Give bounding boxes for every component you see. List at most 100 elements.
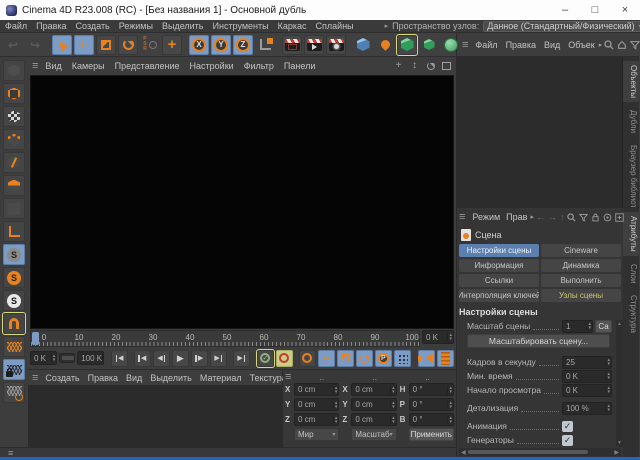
- pan-view-icon[interactable]: +: [393, 60, 404, 71]
- coordinate-system-button[interactable]: [255, 35, 275, 55]
- tab-layers[interactable]: Слои: [623, 260, 639, 287]
- go-to-end-button[interactable]: ▶: [233, 350, 250, 367]
- spinner-icon[interactable]: ▴▾: [333, 401, 339, 409]
- spinner-icon[interactable]: ▴▾: [390, 386, 396, 394]
- objects-menu-file[interactable]: Файл: [475, 40, 497, 50]
- tab-scene-nodes[interactable]: Узлы сцены: [541, 289, 621, 302]
- render-view-button[interactable]: [282, 35, 302, 55]
- make-editable-button[interactable]: [3, 60, 25, 81]
- hamburger-icon[interactable]: ≡: [459, 212, 465, 222]
- menu-mesh[interactable]: Каркас: [278, 21, 307, 31]
- focus-icon[interactable]: [603, 213, 612, 222]
- menu-expander-icon[interactable]: ▸: [385, 22, 389, 30]
- scale-scene-button[interactable]: Масштабировать сцену...: [467, 334, 610, 348]
- materials-menu-edit[interactable]: Правка: [88, 373, 118, 383]
- tab-objects[interactable]: Объекты: [623, 61, 639, 102]
- scene-scale-field[interactable]: 1▴▾: [562, 320, 593, 333]
- spinner-icon[interactable]: ▴▾: [605, 386, 611, 394]
- workplane-button[interactable]: [3, 336, 25, 357]
- materials-menu-material[interactable]: Материал: [200, 373, 242, 383]
- redo-button[interactable]: ↪: [25, 35, 45, 55]
- playback-mode-button[interactable]: [437, 350, 454, 367]
- viewport-menu-options[interactable]: Настройки: [190, 61, 234, 71]
- model-mode-button[interactable]: [3, 83, 25, 104]
- tab-todo[interactable]: Выполнить: [541, 274, 621, 287]
- render-settings-button[interactable]: [326, 35, 346, 55]
- position-x-field[interactable]: 0 cm▴▾: [294, 383, 339, 396]
- materials-menu-select[interactable]: Выделить: [150, 373, 192, 383]
- play-button[interactable]: ▶: [172, 350, 189, 367]
- go-to-start-button[interactable]: ◀: [111, 350, 128, 367]
- minimize-button[interactable]: –: [550, 0, 580, 20]
- add-cube-button[interactable]: [353, 35, 373, 55]
- attributes-menu-mode[interactable]: Режим: [472, 212, 500, 222]
- tab-project-settings[interactable]: Настройки сцены: [459, 244, 539, 257]
- key-scale-button[interactable]: [337, 350, 354, 367]
- undo-button[interactable]: ↩: [3, 35, 23, 55]
- enable-axis-button[interactable]: [3, 221, 25, 242]
- viewport-canvas[interactable]: [30, 75, 454, 329]
- fps-field[interactable]: 25▴▾: [562, 356, 612, 369]
- record-keyframe-button[interactable]: ✓: [257, 350, 274, 367]
- snap-button[interactable]: [3, 313, 25, 334]
- hamburger-icon[interactable]: ≡: [32, 61, 38, 71]
- spinner-icon[interactable]: ▴▾: [605, 404, 611, 412]
- move-tool-button[interactable]: ↔↔: [74, 35, 94, 55]
- rotate-view-icon[interactable]: [425, 60, 436, 71]
- psr-history-button[interactable]: PSR: [140, 35, 160, 55]
- materials-menu-texture[interactable]: Текстура: [250, 373, 287, 383]
- lock-icon[interactable]: [591, 213, 600, 222]
- viewport-menu-cameras[interactable]: Камеры: [72, 61, 105, 71]
- tab-attributes[interactable]: Атрибуты: [623, 212, 639, 256]
- materials-menu-view[interactable]: Вид: [126, 373, 142, 383]
- solo-single-button[interactable]: S: [3, 267, 25, 288]
- spinner-icon[interactable]: ▴▾: [447, 416, 453, 424]
- tab-dynamics[interactable]: Динамика: [541, 259, 621, 272]
- hamburger-icon[interactable]: ≡: [32, 373, 38, 383]
- polygons-mode-button[interactable]: [3, 175, 25, 196]
- materials-list-area[interactable]: [28, 385, 282, 447]
- points-mode-button[interactable]: [3, 129, 25, 150]
- apply-button[interactable]: Применить: [409, 428, 454, 441]
- maximize-button[interactable]: □: [580, 0, 610, 20]
- key-pla-button[interactable]: [394, 350, 411, 367]
- menu-create[interactable]: Создать: [76, 21, 110, 31]
- tab-structure[interactable]: Структура: [623, 291, 639, 337]
- spinner-icon[interactable]: ▴▾: [333, 416, 339, 424]
- menu-spline[interactable]: Сплайны: [316, 21, 354, 31]
- deformer-button[interactable]: [441, 35, 461, 55]
- rotation-p-field[interactable]: 0 °▴▾: [409, 398, 454, 411]
- spinner-icon[interactable]: ▴▾: [51, 354, 57, 362]
- scroll-right-icon[interactable]: ▶: [614, 449, 619, 456]
- spinner-icon[interactable]: ▴▾: [447, 333, 453, 341]
- objects-menu-view[interactable]: Вид: [544, 40, 560, 50]
- current-frame-field[interactable]: 0 K ▴▾: [422, 330, 454, 344]
- back-arrow-icon[interactable]: ←: [536, 212, 545, 222]
- render-picture-viewer-button[interactable]: [304, 35, 324, 55]
- key-position-button[interactable]: ↔↔: [318, 350, 335, 367]
- viewport-menu-filter[interactable]: Фильтр: [244, 61, 274, 71]
- objects-menu-edit[interactable]: Правка: [506, 40, 536, 50]
- scale-tool-button[interactable]: [96, 35, 116, 55]
- spinner-icon[interactable]: ▴▾: [333, 386, 339, 394]
- key-rotation-button[interactable]: [356, 350, 373, 367]
- next-frame-button[interactable]: ▶: [191, 350, 208, 367]
- autokey-button[interactable]: [276, 350, 293, 367]
- forward-arrow-icon[interactable]: →: [548, 212, 557, 222]
- scale-z-field[interactable]: 0 cm▴▾: [351, 413, 396, 426]
- viewport-menu-view[interactable]: Вид: [45, 61, 61, 71]
- prev-frame-button[interactable]: ◀: [153, 350, 170, 367]
- menu-file[interactable]: Файл: [5, 21, 27, 31]
- range-end-field[interactable]: 100 K▴▾: [77, 351, 104, 365]
- attributes-menu-edit[interactable]: Прав: [506, 212, 527, 222]
- uv-mode-button[interactable]: [3, 198, 25, 219]
- filter-icon[interactable]: [579, 213, 588, 222]
- close-button[interactable]: ×: [610, 0, 640, 20]
- lock-workplane-button[interactable]: [3, 359, 25, 380]
- spinner-icon[interactable]: ▴▾: [390, 401, 396, 409]
- section-heading[interactable]: Настройки сцены: [459, 305, 621, 319]
- spinner-icon[interactable]: ▴▾: [102, 354, 104, 362]
- tab-cineware[interactable]: Cineware: [541, 244, 621, 257]
- viewport-menu-display[interactable]: Представление: [115, 61, 180, 71]
- spline-pen-button[interactable]: [375, 35, 395, 55]
